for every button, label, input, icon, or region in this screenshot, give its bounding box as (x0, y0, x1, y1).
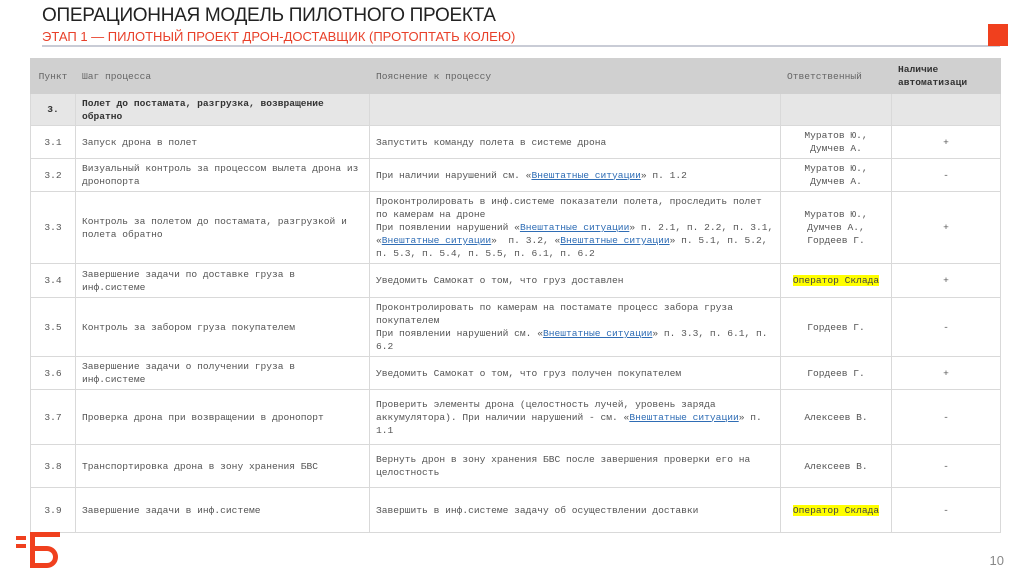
row-responsible: Алексеев В. (780, 444, 892, 488)
col-header-automation: Наличие автоматизаци (891, 58, 1001, 94)
explanation-text: » п. 1.2 (640, 169, 687, 181)
table-row: 3.5 Контроль за забором груза покупателем… (30, 297, 1001, 357)
col-header-num: Пункт (30, 58, 76, 94)
row-explanation: Проконтролировать по камерам на постамат… (369, 297, 781, 357)
responsible-name: Муратов Ю., Думчев А., Гордеев Г. (804, 209, 868, 246)
row-automation: - (891, 158, 1001, 192)
row-automation: + (891, 356, 1001, 390)
row-number: 3.8 (30, 444, 76, 488)
row-automation: - (891, 444, 1001, 488)
row-responsible: Алексеев В. (780, 389, 892, 445)
explanation-text: » п. 3.2, « (491, 235, 561, 246)
accent-marker (988, 24, 1008, 46)
section-row: 3. Полет до постамата, разгрузка, возвра… (30, 93, 1001, 126)
row-responsible: Муратов Ю., Думчев А. (780, 125, 892, 159)
row-explanation: Запустить команду полета в системе дрона (369, 125, 781, 159)
page-title: ОПЕРАЦИОННАЯ МОДЕЛЬ ПИЛОТНОГО ПРОЕКТА (42, 5, 496, 26)
table-row: 3.3 Контроль за полетом до постамата, раз… (30, 191, 1001, 264)
process-table: Пункт Шаг процесса Пояснение к процессу … (30, 58, 1001, 533)
row-responsible: Оператор Склада (780, 263, 892, 298)
company-logo (16, 530, 66, 575)
responsible-name: Оператор Склада (792, 275, 880, 286)
col-header-responsible: Ответственный (780, 58, 892, 94)
row-step: Завершение задачи о получении груза в ин… (75, 356, 370, 390)
row-automation: + (891, 191, 1001, 264)
row-automation: - (891, 297, 1001, 357)
table-row: 3.8 Транспортировка дрона в зону хранения… (30, 444, 1001, 488)
responsible-name: Муратов Ю., Думчев А. (804, 130, 868, 154)
col-header-explanation: Пояснение к процессу (369, 58, 781, 94)
table-row: 3.1 Запуск дрона в полет Запустить команду… (30, 125, 1001, 159)
table-row: 3.6 Завершение задачи о получении груза в… (30, 356, 1001, 390)
row-automation: + (891, 125, 1001, 159)
row-responsible: Гордеев Г. (780, 297, 892, 357)
explanation-text: Запустить команду полета в системе дрона (376, 136, 607, 148)
row-explanation: Уведомить Самокат о том, что груз получе… (369, 356, 781, 390)
incident-link[interactable]: Внештатные ситуации (531, 170, 640, 181)
table-row: 3.7 Проверка дрона при возвращении в дрон… (30, 389, 1001, 445)
row-responsible: Муратов Ю., Думчев А. (780, 158, 892, 192)
explanation-text: Вернуть дрон в зону хранения БВС после з… (376, 454, 756, 478)
row-explanation: Уведомить Самокат о том, что груз достав… (369, 263, 781, 298)
row-step: Запуск дрона в полет (75, 125, 370, 159)
row-step: Визуальный контроль за процессом вылета … (75, 158, 370, 192)
row-explanation: Завершить в инф.системе задачу об осущес… (369, 487, 781, 533)
section-num: 3. (30, 93, 76, 126)
row-number: 3.9 (30, 487, 76, 533)
row-number: 3.2 (30, 158, 76, 192)
row-explanation: Проконтролировать в инф.системе показате… (369, 191, 781, 264)
responsible-name: Муратов Ю., Думчев А. (804, 163, 868, 187)
row-step: Завершение задачи в инф.системе (75, 487, 370, 533)
responsible-name: Алексеев В. (804, 411, 868, 423)
responsible-name: Оператор Склада (792, 504, 880, 516)
page-subtitle: ЭТАП 1 — ПИЛОТНЫЙ ПРОЕКТ ДРОН-ДОСТАВЩИК … (42, 29, 516, 44)
row-number: 3.1 (30, 125, 76, 159)
incident-link[interactable]: Внештатные ситуации (382, 235, 491, 246)
table-row: 3.9 Завершение задачи в инф.системе Заверш… (30, 487, 1001, 533)
section-title: Полет до постамата, разгрузка, возвращен… (75, 93, 370, 126)
explanation-text: Уведомить Самокат о том, что груз достав… (376, 275, 624, 286)
row-step: Транспортировка дрона в зону хранения БВ… (75, 444, 370, 488)
row-explanation: Проверить элементы дрона (целостность лу… (369, 389, 781, 445)
table-row: 3.4 Завершение задачи по доставке груза в… (30, 263, 1001, 298)
incident-link[interactable]: Внештатные ситуации (629, 412, 738, 423)
row-number: 3.7 (30, 389, 76, 445)
row-responsible: Гордеев Г. (780, 356, 892, 390)
row-step: Завершение задачи по доставке груза в ин… (75, 263, 370, 298)
incident-link[interactable]: Внештатные ситуации (560, 235, 669, 246)
row-automation: - (891, 487, 1001, 533)
explanation-text: При наличии нарушений см. « (376, 169, 532, 181)
row-responsible: Муратов Ю., Думчев А., Гордеев Г. (780, 191, 892, 264)
col-header-step: Шаг процесса (75, 58, 370, 94)
explanation-text: Уведомить Самокат о том, что груз получе… (376, 367, 682, 379)
table-row: 3.2 Визуальный контроль за процессом выле… (30, 158, 1001, 192)
row-automation: - (891, 389, 1001, 445)
table-header-row: Пункт Шаг процесса Пояснение к процессу … (30, 58, 1001, 94)
page-number: 10 (989, 553, 1004, 568)
row-explanation: При наличии нарушений см. «Внештатные си… (369, 158, 781, 192)
row-step: Контроль за забором груза покупателем (75, 297, 370, 357)
row-step: Контроль за полетом до постамата, разгру… (75, 191, 370, 264)
row-explanation: Вернуть дрон в зону хранения БВС после з… (369, 444, 781, 488)
incident-link[interactable]: Внештатные ситуации (543, 328, 652, 339)
responsible-name: Гордеев Г. (807, 367, 865, 379)
title-divider (42, 45, 1000, 47)
responsible-name: Алексеев В. (804, 460, 868, 472)
row-step: Проверка дрона при возвращении в дронопо… (75, 389, 370, 445)
incident-link[interactable]: Внештатные ситуации (520, 222, 629, 233)
row-number: 3.4 (30, 263, 76, 298)
responsible-name: Гордеев Г. (807, 321, 865, 333)
row-responsible: Оператор Склада (780, 487, 892, 533)
row-number: 3.5 (30, 297, 76, 357)
row-number: 3.6 (30, 356, 76, 390)
row-number: 3.3 (30, 191, 76, 264)
explanation-text: Завершить в инф.системе задачу об осущес… (376, 504, 699, 516)
row-automation: + (891, 263, 1001, 298)
